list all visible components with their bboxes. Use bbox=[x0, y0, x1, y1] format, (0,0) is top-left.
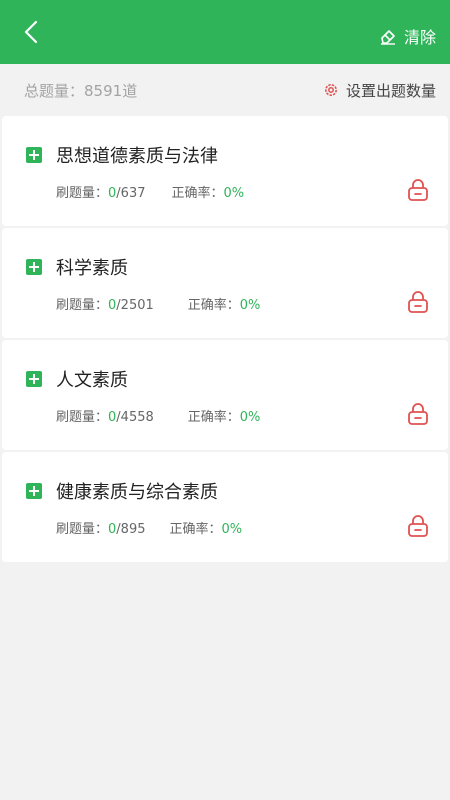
category-card[interactable]: 人文素质 刷题量：0/4558 正确率：0% bbox=[2, 340, 448, 450]
category-card[interactable]: 思想道德素质与法律 刷题量：0/637 正确率：0% bbox=[2, 116, 448, 226]
practice-label: 刷题量： bbox=[56, 522, 109, 537]
expand-plus-icon[interactable] bbox=[26, 371, 42, 387]
practice-total: /895 bbox=[116, 522, 146, 537]
lock-icon[interactable] bbox=[406, 290, 430, 314]
gear-icon bbox=[324, 84, 337, 96]
accuracy-value: 0% bbox=[223, 186, 245, 201]
accuracy-label: 正确率： bbox=[187, 410, 240, 425]
total-label: 总题量： bbox=[24, 81, 85, 100]
clear-label: 清除 bbox=[403, 28, 436, 47]
practice-stat: 刷题量：0/2501 bbox=[56, 294, 154, 313]
lock-icon[interactable] bbox=[406, 402, 430, 426]
practice-total: /2501 bbox=[116, 298, 154, 313]
lock-icon[interactable] bbox=[406, 178, 430, 202]
accuracy-value: 0% bbox=[221, 522, 243, 537]
practice-label: 刷题量： bbox=[56, 298, 109, 313]
settings-label: 设置出题数量 bbox=[345, 81, 436, 100]
back-button[interactable] bbox=[18, 18, 46, 46]
category-title: 健康素质与综合素质 bbox=[56, 482, 218, 503]
expand-plus-icon[interactable] bbox=[26, 147, 42, 163]
practice-label: 刷题量： bbox=[56, 186, 109, 201]
practice-total: /637 bbox=[116, 186, 146, 201]
accuracy-value: 0% bbox=[239, 410, 261, 425]
expand-plus-icon[interactable] bbox=[26, 483, 42, 499]
category-title: 思想道德素质与法律 bbox=[56, 146, 218, 167]
accuracy-label: 正确率： bbox=[187, 298, 240, 313]
accuracy-stat: 正确率：0% bbox=[172, 182, 245, 201]
practice-stat: 刷题量：0/895 bbox=[56, 518, 146, 537]
category-title: 人文素质 bbox=[56, 370, 128, 391]
category-card[interactable]: 科学素质 刷题量：0/2501 正确率：0% bbox=[2, 228, 448, 338]
total-question-count: 总题量：8591道 bbox=[24, 80, 137, 101]
accuracy-stat: 正确率：0% bbox=[188, 406, 261, 425]
accuracy-label: 正确率： bbox=[171, 186, 224, 201]
practice-total: /4558 bbox=[116, 410, 154, 425]
practice-stat: 刷题量：0/4558 bbox=[56, 406, 154, 425]
set-question-count-button[interactable]: 设置出题数量 bbox=[322, 80, 436, 101]
total-value: 8591道 bbox=[84, 81, 138, 100]
lock-icon[interactable] bbox=[406, 514, 430, 538]
accuracy-stat: 正确率：0% bbox=[170, 518, 243, 537]
eraser-icon bbox=[380, 30, 395, 45]
expand-plus-icon[interactable] bbox=[26, 259, 42, 275]
app-header: 清除 bbox=[0, 0, 450, 64]
category-title: 科学素质 bbox=[56, 258, 128, 279]
summary-bar: 总题量：8591道 设置出题数量 bbox=[0, 64, 450, 116]
practice-label: 刷题量： bbox=[56, 410, 109, 425]
category-card[interactable]: 健康素质与综合素质 刷题量：0/895 正确率：0% bbox=[2, 452, 448, 562]
accuracy-value: 0% bbox=[239, 298, 261, 313]
accuracy-stat: 正确率：0% bbox=[188, 294, 261, 313]
chevron-left-icon bbox=[24, 20, 38, 44]
clear-button[interactable]: 清除 bbox=[378, 24, 436, 48]
practice-stat: 刷题量：0/637 bbox=[56, 182, 146, 201]
accuracy-label: 正确率： bbox=[169, 522, 222, 537]
